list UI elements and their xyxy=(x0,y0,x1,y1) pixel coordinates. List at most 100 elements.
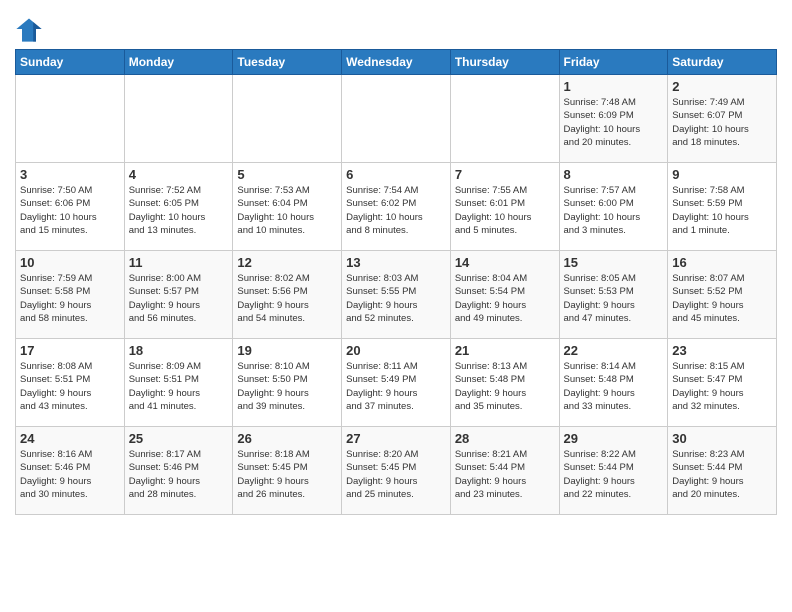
page: SundayMondayTuesdayWednesdayThursdayFrid… xyxy=(0,0,792,525)
day-info: Sunrise: 8:03 AM Sunset: 5:55 PM Dayligh… xyxy=(346,272,446,325)
header xyxy=(15,10,777,43)
day-cell: 27Sunrise: 8:20 AM Sunset: 5:45 PM Dayli… xyxy=(342,427,451,515)
day-info: Sunrise: 8:14 AM Sunset: 5:48 PM Dayligh… xyxy=(564,360,664,413)
day-number: 23 xyxy=(672,343,772,358)
day-info: Sunrise: 8:16 AM Sunset: 5:46 PM Dayligh… xyxy=(20,448,120,501)
day-info: Sunrise: 8:07 AM Sunset: 5:52 PM Dayligh… xyxy=(672,272,772,325)
day-number: 27 xyxy=(346,431,446,446)
day-number: 2 xyxy=(672,79,772,94)
day-cell: 6 Sunrise: 7:54 AM Sunset: 6:02 PM Daylig… xyxy=(342,163,451,251)
day-cell: 30 Sunrise: 8:23 AM Sunset: 5:44 PM Dayli… xyxy=(668,427,777,515)
day-number: 8 xyxy=(564,167,664,182)
header-cell-wednesday: Wednesday xyxy=(342,50,451,75)
day-number: 9 xyxy=(672,167,772,182)
day-cell xyxy=(124,75,233,163)
day-number: 15 xyxy=(564,255,664,270)
day-cell: 10 Sunrise: 7:59 AM Sunset: 5:58 PM Dayli… xyxy=(16,251,125,339)
day-number: 12 xyxy=(237,255,337,270)
week-row-3: 17 Sunrise: 8:08 AM Sunset: 5:51 PM Dayli… xyxy=(16,339,777,427)
day-info: Sunrise: 7:49 AM Sunset: 6:07 PM Dayligh… xyxy=(672,96,772,149)
day-cell: 16 Sunrise: 8:07 AM Sunset: 5:52 PM Dayli… xyxy=(668,251,777,339)
header-cell-sunday: Sunday xyxy=(16,50,125,75)
week-row-2: 10 Sunrise: 7:59 AM Sunset: 5:58 PM Dayli… xyxy=(16,251,777,339)
day-cell: 12 Sunrise: 8:02 AM Sunset: 5:56 PM Dayli… xyxy=(233,251,342,339)
day-cell: 4 Sunrise: 7:52 AM Sunset: 6:05 PM Daylig… xyxy=(124,163,233,251)
day-info: Sunrise: 8:23 AM Sunset: 5:44 PM Dayligh… xyxy=(672,448,772,501)
day-cell xyxy=(450,75,559,163)
day-number: 25 xyxy=(129,431,229,446)
header-row: SundayMondayTuesdayWednesdayThursdayFrid… xyxy=(16,50,777,75)
day-number: 16 xyxy=(672,255,772,270)
day-cell: 14 Sunrise: 8:04 AM Sunset: 5:54 PM Dayli… xyxy=(450,251,559,339)
header-cell-monday: Monday xyxy=(124,50,233,75)
day-number: 10 xyxy=(20,255,120,270)
day-cell: 29 Sunrise: 8:22 AM Sunset: 5:44 PM Dayli… xyxy=(559,427,668,515)
day-cell xyxy=(233,75,342,163)
day-info: Sunrise: 8:22 AM Sunset: 5:44 PM Dayligh… xyxy=(564,448,664,501)
day-cell: 24Sunrise: 8:16 AM Sunset: 5:46 PM Dayli… xyxy=(16,427,125,515)
day-info: Sunrise: 8:10 AM Sunset: 5:50 PM Dayligh… xyxy=(237,360,337,413)
day-number: 1 xyxy=(564,79,664,94)
day-number: 4 xyxy=(129,167,229,182)
day-info: Sunrise: 8:09 AM Sunset: 5:51 PM Dayligh… xyxy=(129,360,229,413)
day-cell: 23 Sunrise: 8:15 AM Sunset: 5:47 PM Dayli… xyxy=(668,339,777,427)
day-info: Sunrise: 7:54 AM Sunset: 6:02 PM Dayligh… xyxy=(346,184,446,237)
day-cell: 18 Sunrise: 8:09 AM Sunset: 5:51 PM Dayli… xyxy=(124,339,233,427)
day-info: Sunrise: 7:59 AM Sunset: 5:58 PM Dayligh… xyxy=(20,272,120,325)
calendar-table: SundayMondayTuesdayWednesdayThursdayFrid… xyxy=(15,49,777,515)
day-cell: 28 Sunrise: 8:21 AM Sunset: 5:44 PM Dayli… xyxy=(450,427,559,515)
day-number: 29 xyxy=(564,431,664,446)
day-cell: 7Sunrise: 7:55 AM Sunset: 6:01 PM Daylig… xyxy=(450,163,559,251)
day-info: Sunrise: 8:05 AM Sunset: 5:53 PM Dayligh… xyxy=(564,272,664,325)
day-cell: 11 Sunrise: 8:00 AM Sunset: 5:57 PM Dayli… xyxy=(124,251,233,339)
day-info: Sunrise: 7:52 AM Sunset: 6:05 PM Dayligh… xyxy=(129,184,229,237)
header-cell-tuesday: Tuesday xyxy=(233,50,342,75)
week-row-1: 3Sunrise: 7:50 AM Sunset: 6:06 PM Daylig… xyxy=(16,163,777,251)
day-number: 26 xyxy=(237,431,337,446)
day-info: Sunrise: 8:15 AM Sunset: 5:47 PM Dayligh… xyxy=(672,360,772,413)
day-number: 18 xyxy=(129,343,229,358)
day-cell xyxy=(342,75,451,163)
calendar-body: 1 Sunrise: 7:48 AM Sunset: 6:09 PM Daylig… xyxy=(16,75,777,515)
day-info: Sunrise: 7:48 AM Sunset: 6:09 PM Dayligh… xyxy=(564,96,664,149)
calendar-header: SundayMondayTuesdayWednesdayThursdayFrid… xyxy=(16,50,777,75)
day-number: 14 xyxy=(455,255,555,270)
day-number: 5 xyxy=(237,167,337,182)
day-cell: 15 Sunrise: 8:05 AM Sunset: 5:53 PM Dayli… xyxy=(559,251,668,339)
day-number: 30 xyxy=(672,431,772,446)
day-cell: 20Sunrise: 8:11 AM Sunset: 5:49 PM Dayli… xyxy=(342,339,451,427)
day-info: Sunrise: 8:02 AM Sunset: 5:56 PM Dayligh… xyxy=(237,272,337,325)
day-number: 20 xyxy=(346,343,446,358)
day-info: Sunrise: 8:17 AM Sunset: 5:46 PM Dayligh… xyxy=(129,448,229,501)
day-cell: 3Sunrise: 7:50 AM Sunset: 6:06 PM Daylig… xyxy=(16,163,125,251)
header-cell-friday: Friday xyxy=(559,50,668,75)
header-cell-saturday: Saturday xyxy=(668,50,777,75)
day-number: 7 xyxy=(455,167,555,182)
day-cell: 17 Sunrise: 8:08 AM Sunset: 5:51 PM Dayli… xyxy=(16,339,125,427)
day-info: Sunrise: 7:57 AM Sunset: 6:00 PM Dayligh… xyxy=(564,184,664,237)
day-cell: 9 Sunrise: 7:58 AM Sunset: 5:59 PM Daylig… xyxy=(668,163,777,251)
day-cell: 19Sunrise: 8:10 AM Sunset: 5:50 PM Dayli… xyxy=(233,339,342,427)
day-number: 28 xyxy=(455,431,555,446)
header-cell-thursday: Thursday xyxy=(450,50,559,75)
logo xyxy=(15,15,46,43)
day-info: Sunrise: 8:21 AM Sunset: 5:44 PM Dayligh… xyxy=(455,448,555,501)
day-number: 11 xyxy=(129,255,229,270)
day-info: Sunrise: 7:58 AM Sunset: 5:59 PM Dayligh… xyxy=(672,184,772,237)
day-info: Sunrise: 8:04 AM Sunset: 5:54 PM Dayligh… xyxy=(455,272,555,325)
day-cell: 5Sunrise: 7:53 AM Sunset: 6:04 PM Daylig… xyxy=(233,163,342,251)
week-row-4: 24Sunrise: 8:16 AM Sunset: 5:46 PM Dayli… xyxy=(16,427,777,515)
day-cell: 13Sunrise: 8:03 AM Sunset: 5:55 PM Dayli… xyxy=(342,251,451,339)
day-cell: 1 Sunrise: 7:48 AM Sunset: 6:09 PM Daylig… xyxy=(559,75,668,163)
day-info: Sunrise: 8:18 AM Sunset: 5:45 PM Dayligh… xyxy=(237,448,337,501)
day-number: 21 xyxy=(455,343,555,358)
day-cell: 8 Sunrise: 7:57 AM Sunset: 6:00 PM Daylig… xyxy=(559,163,668,251)
day-cell: 22 Sunrise: 8:14 AM Sunset: 5:48 PM Dayli… xyxy=(559,339,668,427)
day-number: 17 xyxy=(20,343,120,358)
day-number: 6 xyxy=(346,167,446,182)
day-info: Sunrise: 8:00 AM Sunset: 5:57 PM Dayligh… xyxy=(129,272,229,325)
logo-icon xyxy=(15,15,43,43)
day-info: Sunrise: 8:08 AM Sunset: 5:51 PM Dayligh… xyxy=(20,360,120,413)
day-number: 22 xyxy=(564,343,664,358)
day-cell: 26 Sunrise: 8:18 AM Sunset: 5:45 PM Dayli… xyxy=(233,427,342,515)
